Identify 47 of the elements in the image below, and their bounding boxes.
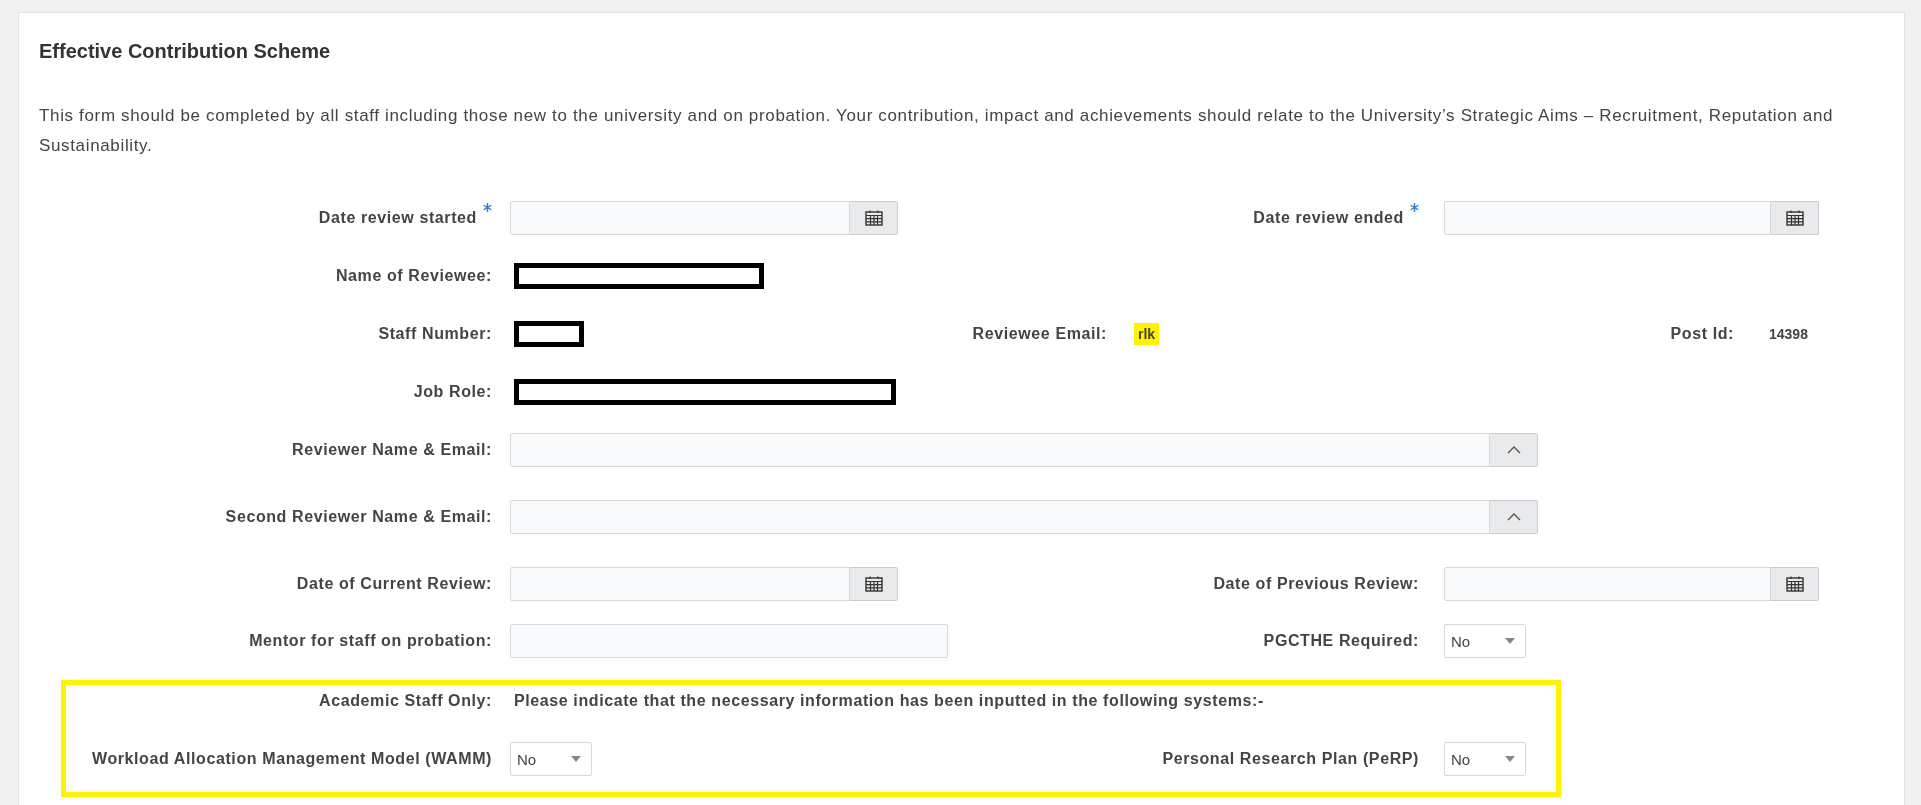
calendar-button[interactable] — [850, 201, 898, 235]
field-label: Mentor for staff on probation: — [249, 632, 492, 650]
calendar-button[interactable] — [1771, 567, 1819, 601]
calendar-button[interactable] — [850, 567, 898, 601]
dropdown[interactable]: No — [1444, 742, 1526, 776]
field-label: Reviewer Name & Email: — [292, 441, 492, 459]
date-field[interactable] — [1444, 567, 1771, 601]
field-label: Second Reviewer Name & Email: — [225, 508, 492, 526]
calendar-icon — [1785, 576, 1804, 592]
lookup-field[interactable] — [510, 433, 1490, 467]
field-value: rlk — [1134, 323, 1160, 345]
lookup-field[interactable] — [510, 500, 1490, 534]
field-label: Date of Previous Review: — [1213, 575, 1419, 593]
date-field[interactable] — [510, 201, 850, 235]
field-label: Staff Number: — [378, 325, 492, 343]
dropdown[interactable]: No — [1444, 624, 1526, 658]
dropdown[interactable]: No — [510, 742, 592, 776]
calendar-icon — [864, 210, 883, 226]
date-field[interactable] — [1444, 201, 1771, 235]
expand-button[interactable] — [1490, 500, 1538, 534]
chevron-up-icon — [1506, 446, 1521, 454]
instruction-text: Please indicate that the necessary information has been inputted in the following systems:- — [514, 692, 1264, 710]
field-label: Date review ended — [1253, 209, 1404, 227]
field-label: Personal Research Plan (PeRP) — [1162, 750, 1419, 768]
chevron-up-icon — [1506, 513, 1521, 521]
field-label: Workload Allocation Management Model (WAMM) — [91, 750, 492, 768]
field-label: Academic Staff Only: — [319, 692, 492, 710]
field-label: Date review started — [318, 209, 477, 227]
field-label: Reviewee Email: — [972, 325, 1107, 343]
expand-button[interactable] — [1490, 433, 1538, 467]
date-field[interactable] — [510, 567, 850, 601]
field-label: Post Id: — [1670, 325, 1734, 343]
text-field[interactable] — [510, 624, 948, 658]
caret-down-icon — [1505, 756, 1515, 762]
caret-down-icon — [1505, 638, 1515, 644]
field-value: 14398 — [1768, 325, 1809, 344]
redaction-mark — [514, 321, 584, 347]
intro-text: This form should be completed by all staff including those new to the university and on probation. Your contribution, impact and achievements should relate to the University’s Strategic Aims – Recruitment, Reputation and Sustainability. — [39, 105, 1835, 157]
field-label: Name of Reviewee: — [335, 267, 492, 285]
field-label: Date of Current Review: — [296, 575, 492, 593]
calendar-icon — [1785, 210, 1804, 226]
calendar-icon — [864, 576, 883, 592]
field-label: PGCTHE Required: — [1263, 632, 1419, 650]
caret-down-icon — [571, 756, 581, 762]
calendar-button[interactable] — [1771, 201, 1819, 235]
field-label: Job Role: — [413, 383, 492, 401]
form-title: Effective Contribution Scheme — [39, 39, 331, 63]
